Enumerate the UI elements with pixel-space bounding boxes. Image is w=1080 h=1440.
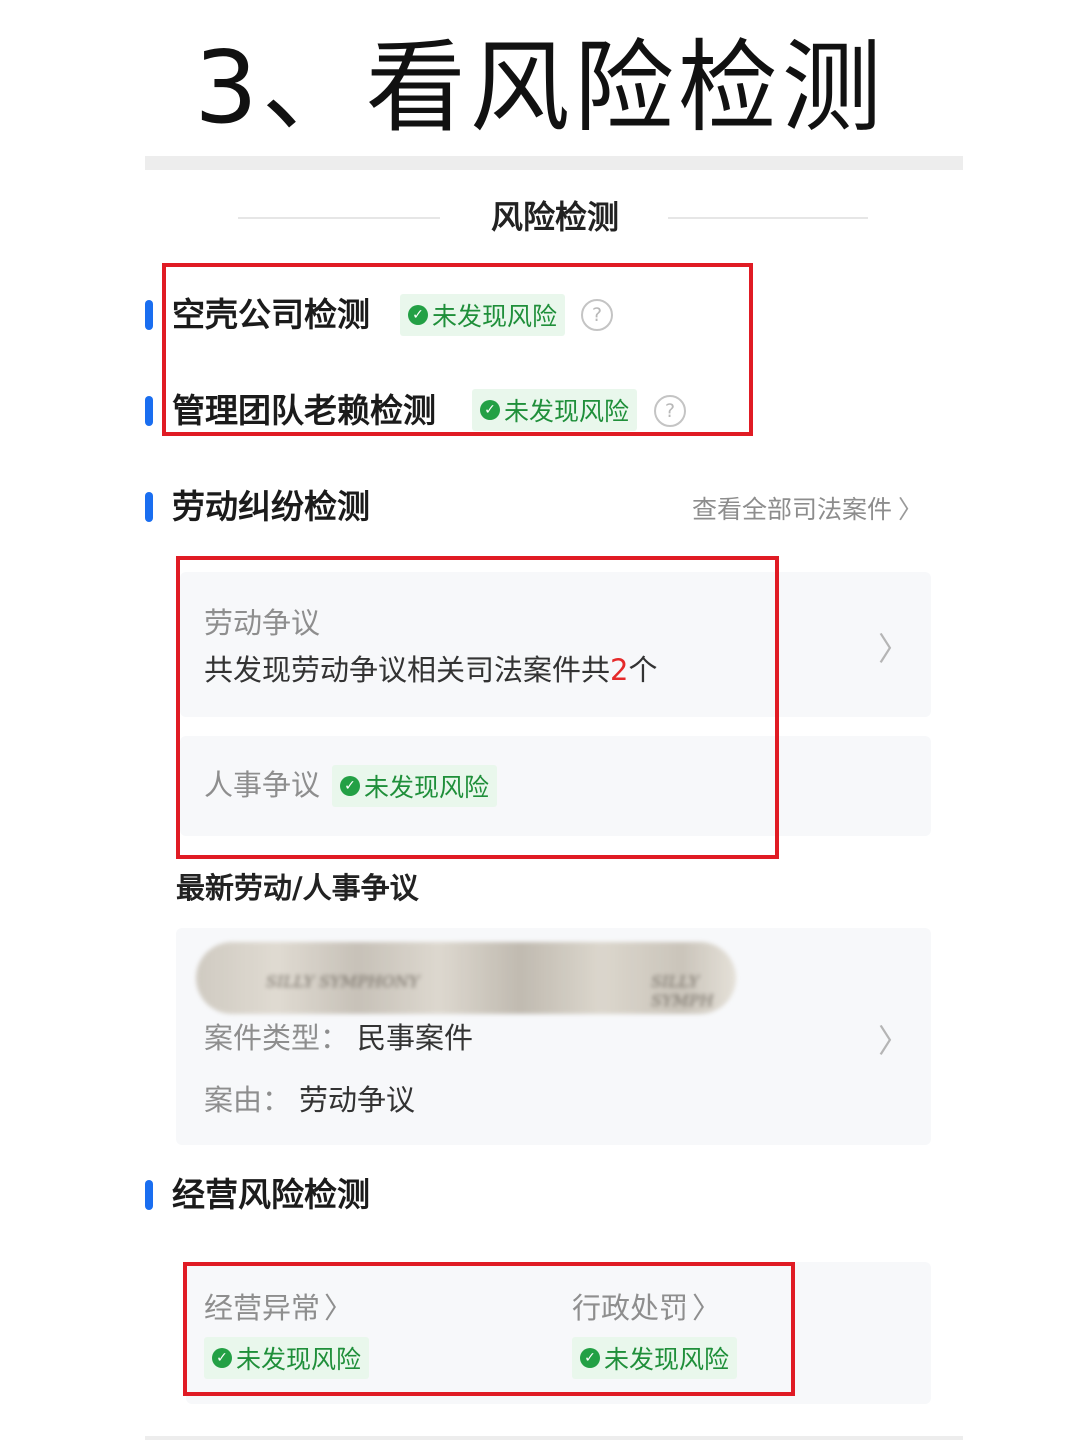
- case-type-label: 案件类型：: [204, 1021, 350, 1055]
- case-type-value: 民事案件: [357, 1021, 474, 1055]
- case-type-row: 案件类型： 民事案件: [204, 1018, 473, 1058]
- labor-dispute-check-title: 劳动纠纷检测: [172, 487, 370, 526]
- section-marker: [145, 396, 153, 426]
- highlight-box: [176, 556, 779, 859]
- chevron-right-icon[interactable]: 〉: [878, 624, 910, 670]
- case-cause-value: 劳动争议: [299, 1083, 416, 1117]
- section-divider-right: [668, 217, 868, 219]
- highlight-box: [162, 263, 753, 436]
- case-cause-row: 案由： 劳动争议: [204, 1080, 415, 1120]
- blurred-image-strip: SILLY SYMPHONY SILLY SYMPH: [196, 942, 736, 1014]
- chevron-right-icon: 〉: [898, 495, 924, 524]
- blurred-text: SILLY SYMPH: [651, 972, 714, 1010]
- bottom-divider: [145, 1436, 963, 1440]
- section-marker: [145, 492, 153, 522]
- section-marker: [145, 300, 153, 330]
- highlight-box: [183, 1262, 795, 1396]
- latest-dispute-title: 最新劳动/人事争议: [176, 871, 419, 905]
- business-risk-check-title: 经营风险检测: [172, 1175, 370, 1214]
- chevron-right-icon[interactable]: 〉: [878, 1016, 910, 1062]
- section-marker: [145, 1180, 153, 1210]
- section-divider-left: [238, 217, 440, 219]
- blurred-text: SILLY SYMPHONY: [266, 972, 420, 991]
- section-title: 风险检测: [490, 198, 619, 236]
- view-all-label: 查看全部司法案件: [692, 495, 893, 524]
- page-title: 3、看风险检测: [194, 29, 886, 146]
- case-cause-label: 案由：: [204, 1083, 292, 1117]
- title-divider: [145, 156, 963, 170]
- view-all-judicial-cases-link[interactable]: 查看全部司法案件〉: [692, 490, 923, 526]
